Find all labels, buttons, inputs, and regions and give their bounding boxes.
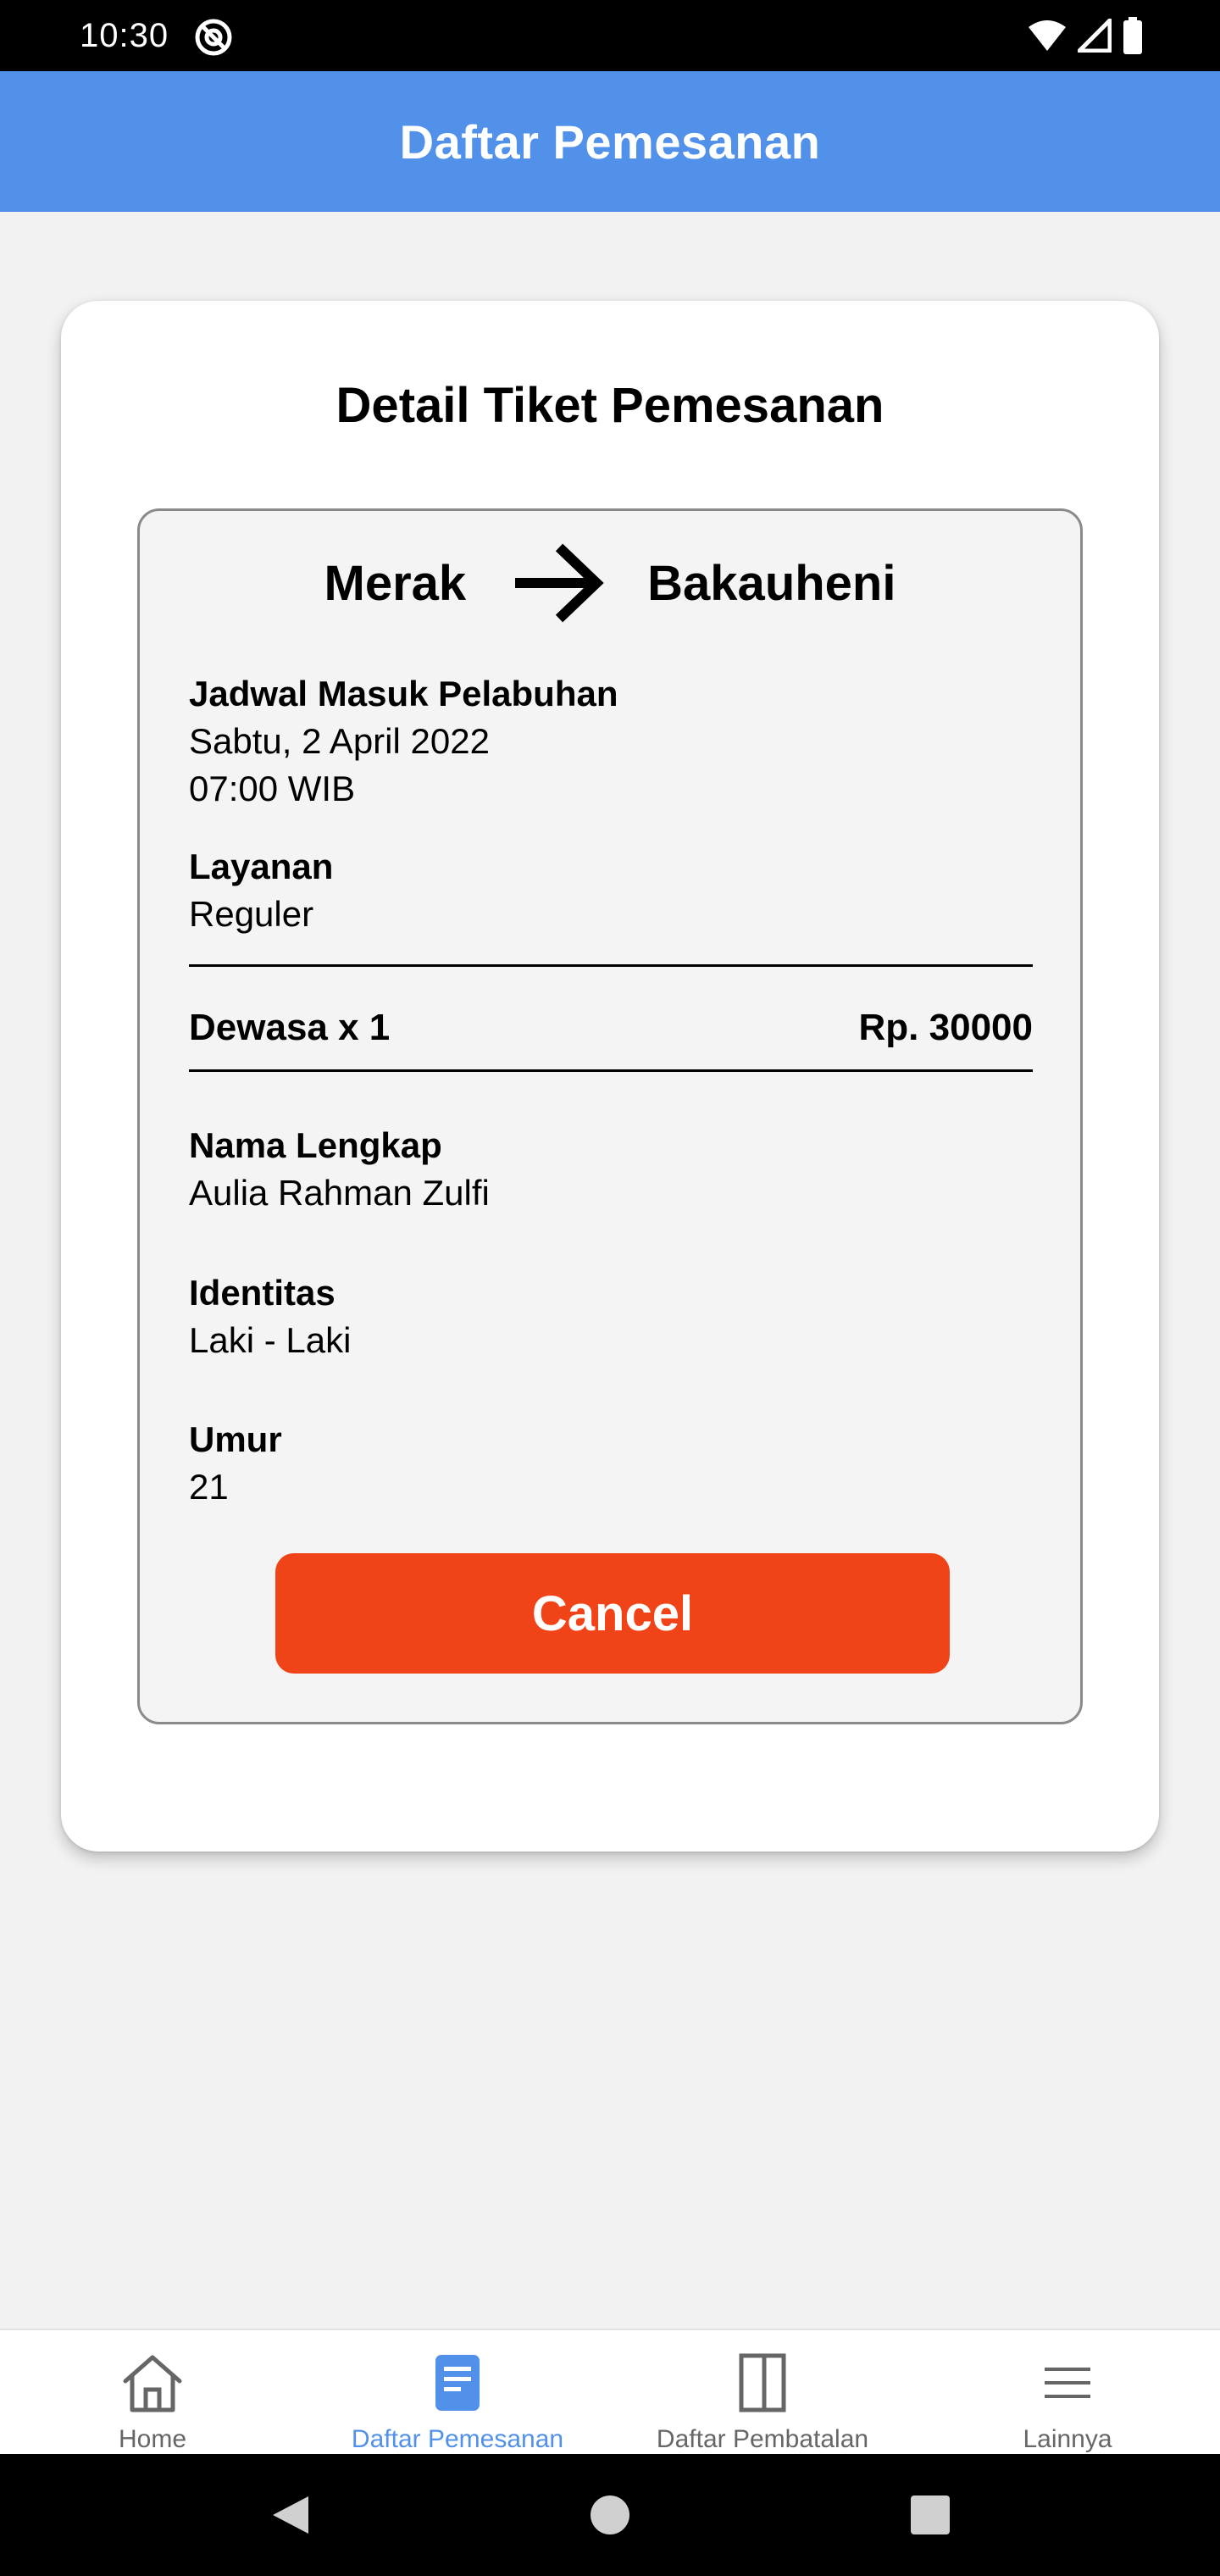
home-icon — [119, 2349, 186, 2417]
age-value: 21 — [189, 1467, 229, 1507]
service-field: Layanan Reguler — [189, 843, 333, 938]
service-value: Reguler — [189, 894, 314, 934]
name-value: Aulia Rahman Zulfi — [189, 1173, 490, 1213]
system-nav-bar — [0, 2454, 1220, 2576]
nav-item-lainnya[interactable]: Lainnya — [915, 2330, 1220, 2454]
nav-label-home: Home — [118, 2425, 187, 2453]
status-icons — [1027, 17, 1144, 54]
route-origin: Merak — [324, 555, 467, 611]
nav-item-home[interactable]: Home — [0, 2330, 305, 2454]
schedule-label: Jadwal Masuk Pelabuhan — [189, 674, 618, 713]
wifi-icon — [1029, 20, 1066, 51]
battery-icon — [1123, 17, 1142, 54]
cancel-button[interactable]: Cancel — [275, 1553, 950, 1674]
app-title: Daftar Pemesanan — [399, 114, 821, 169]
at-sign-icon — [195, 19, 232, 56]
app-bar: Daftar Pemesanan — [0, 71, 1220, 212]
book-icon — [729, 2349, 796, 2417]
schedule-date: Sabtu, 2 April 2022 — [189, 721, 490, 761]
route-destination: Bakauheni — [647, 555, 896, 611]
arrow-right-icon — [515, 543, 604, 623]
name-field: Nama Lengkap Aulia Rahman Zulfi — [189, 1122, 490, 1217]
nav-label-lainnya: Lainnya — [1023, 2425, 1112, 2453]
passenger-type: Dewasa x 1 — [189, 1007, 391, 1048]
nav-item-daftar-pembatalan[interactable]: Daftar Pembatalan — [610, 2330, 915, 2454]
age-label: Umur — [189, 1419, 282, 1459]
ticket-detail-card: Detail Tiket Pemesanan Merak Bakauheni J… — [61, 301, 1159, 1852]
home-circle-icon[interactable] — [586, 2491, 634, 2539]
nav-label-daftar-pemesanan: Daftar Pemesanan — [351, 2425, 564, 2453]
signal-icon — [1078, 19, 1112, 53]
divider-bottom — [189, 1069, 1033, 1072]
identity-field: Identitas Laki - Laki — [189, 1269, 351, 1364]
status-time: 10:30 — [80, 17, 169, 54]
price-row: Dewasa x 1 Rp. 30000 — [189, 990, 1033, 1066]
schedule-time: 07:00 WIB — [189, 769, 356, 808]
back-icon[interactable] — [266, 2491, 313, 2539]
bottom-nav: Home Daftar Pemesanan Daftar Pembatalan — [0, 2329, 1220, 2454]
route: Merak Bakauheni — [140, 536, 1080, 630]
card-title: Detail Tiket Pemesanan — [336, 378, 884, 433]
identity-label: Identitas — [189, 1273, 336, 1313]
service-label: Layanan — [189, 847, 334, 886]
menu-icon — [1034, 2349, 1101, 2417]
document-icon — [424, 2349, 491, 2417]
nav-item-daftar-pemesanan[interactable]: Daftar Pemesanan — [305, 2330, 610, 2454]
nav-label-daftar-pembatalan: Daftar Pembatalan — [656, 2425, 869, 2453]
ticket-box: Merak Bakauheni Jadwal Masuk Pelabuhan S… — [137, 508, 1083, 1724]
price: Rp. 30000 — [858, 1007, 1033, 1048]
schedule-field: Jadwal Masuk Pelabuhan Sabtu, 2 April 20… — [189, 670, 618, 813]
identity-value: Laki - Laki — [189, 1320, 352, 1360]
recents-icon[interactable] — [907, 2491, 954, 2539]
divider-top — [189, 964, 1033, 967]
name-label: Nama Lengkap — [189, 1125, 442, 1165]
age-field: Umur 21 — [189, 1416, 282, 1511]
status-bar: 10:30 — [0, 0, 1220, 71]
